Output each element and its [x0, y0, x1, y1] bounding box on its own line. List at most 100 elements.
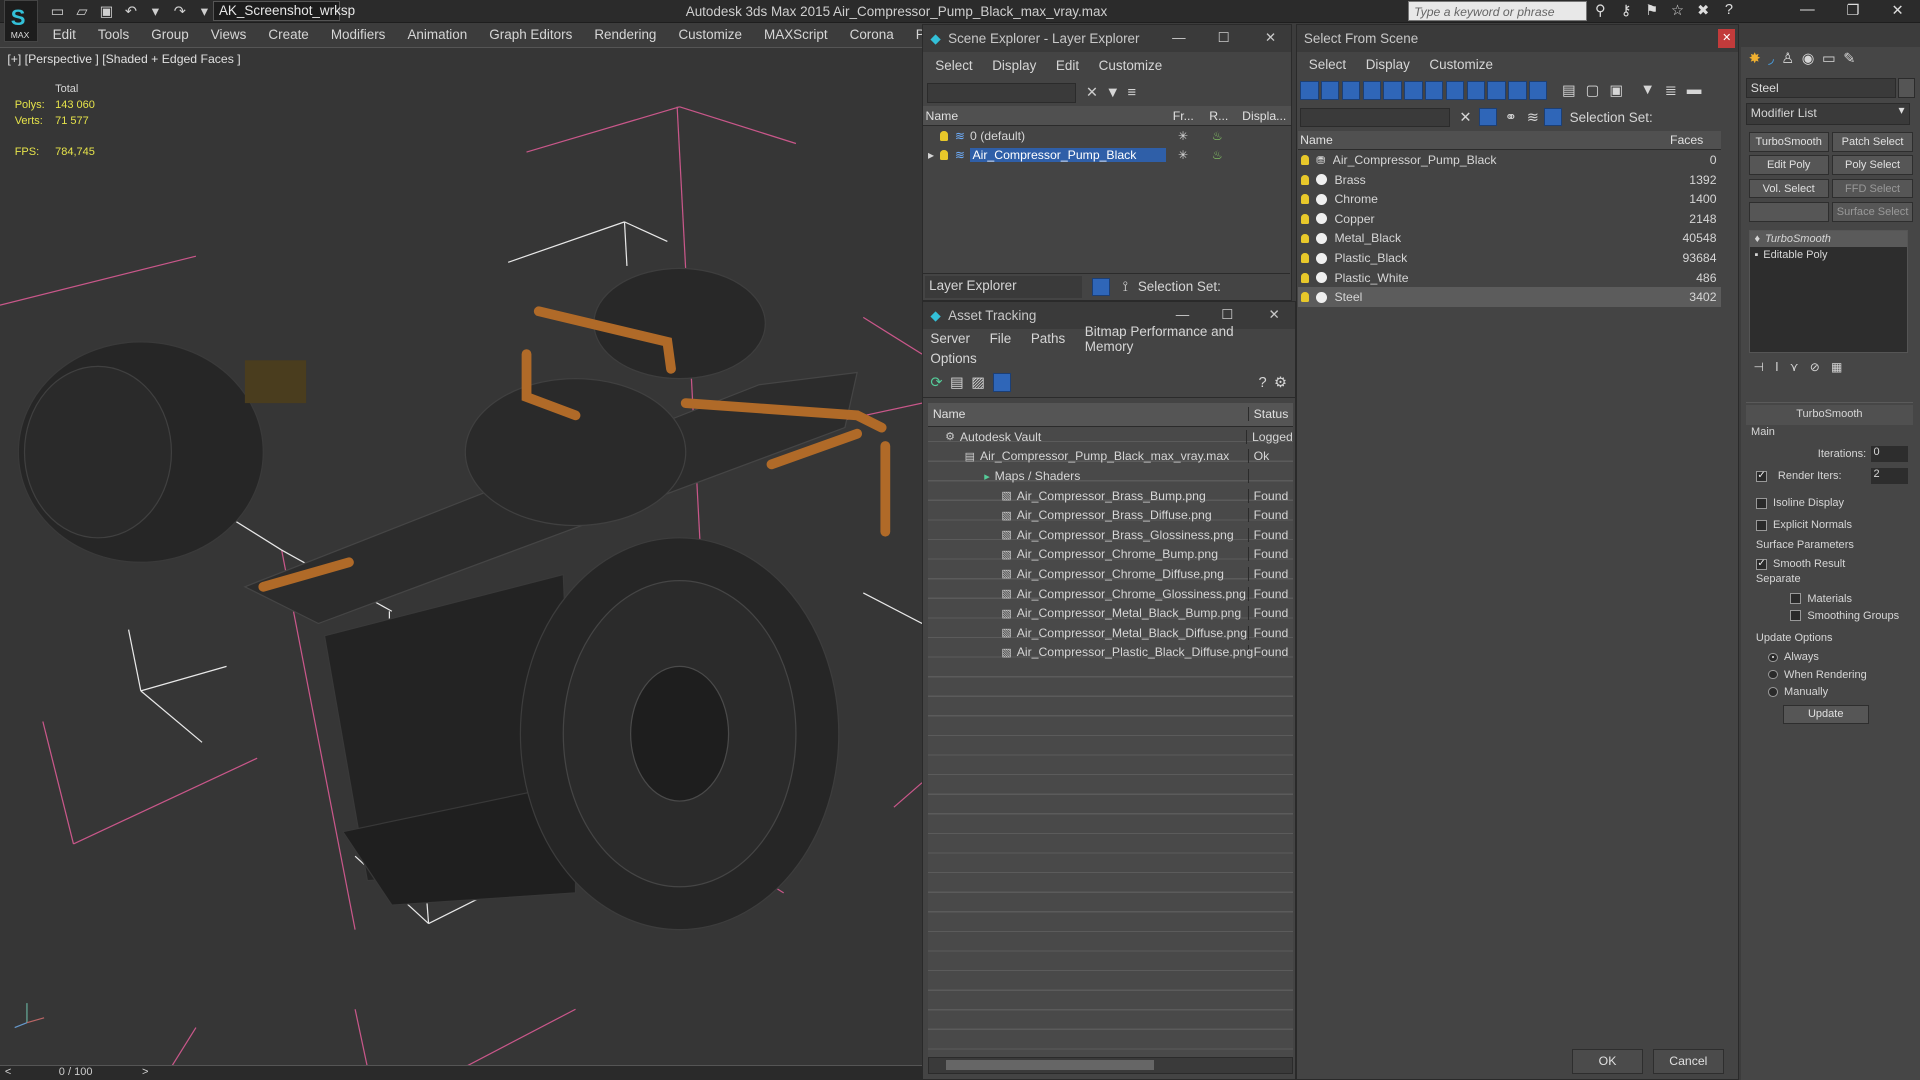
pin-stack-icon[interactable]: ⊣ [1753, 360, 1764, 374]
help-icon[interactable]: ? [1720, 2, 1737, 19]
key-icon[interactable]: ⚷ [1618, 2, 1635, 19]
display-cameras-icon[interactable] [1362, 81, 1381, 100]
lightbulb-icon[interactable] [1301, 174, 1309, 185]
asset-row[interactable]: ▧ Air_Compressor_Chrome_Glossiness.png Fou… [928, 584, 1293, 604]
configure-sets-icon[interactable]: ▦ [1831, 360, 1843, 374]
menu-corona[interactable]: Corona [839, 27, 905, 42]
hierarchy-icon[interactable] [1543, 108, 1563, 127]
thumbnail-icon[interactable]: ▨ [971, 374, 985, 391]
patch-select-button[interactable]: Patch Select [1832, 132, 1913, 152]
filter-icon[interactable]: ▼ [1106, 85, 1121, 101]
lightbulb-icon[interactable] [940, 130, 948, 141]
minimize-icon[interactable]: — [1172, 30, 1185, 45]
scene-object-row[interactable]: Steel 3402 [1297, 287, 1722, 307]
list-icon[interactable]: ▤ [950, 374, 964, 391]
menu-graph-editors[interactable]: Graph Editors [478, 27, 583, 42]
minimize-icon[interactable]: — [1800, 2, 1815, 19]
create-tab-icon[interactable]: ✸ [1749, 50, 1761, 70]
select-dependents-icon[interactable]: ⚭ [1505, 109, 1517, 126]
sfs-col-name[interactable]: Name [1298, 133, 1665, 147]
menu-customize[interactable]: Customize [667, 27, 753, 42]
display-invert-icon[interactable]: ▣ [1609, 82, 1623, 99]
object-color-swatch[interactable] [1897, 78, 1916, 98]
layers-icon[interactable]: ≋ [1527, 109, 1539, 126]
iterations-spinner[interactable]: 0 [1871, 446, 1908, 463]
close-icon[interactable]: ✕ [1269, 307, 1280, 323]
lightbulb-icon[interactable] [940, 150, 948, 161]
asset-row[interactable]: ▧ Air_Compressor_Brass_Glossiness.png Foun… [928, 525, 1293, 545]
collapse-icon[interactable]: ▬ [1687, 82, 1702, 98]
menu-group[interactable]: Group [140, 27, 199, 42]
asset-row[interactable]: ▧ Air_Compressor_Plastic_Black_Diffuse.pn… [928, 642, 1293, 662]
asset-row[interactable]: ▧ Air_Compressor_Brass_Bump.png Found [928, 486, 1293, 506]
lightbulb-icon[interactable] [1301, 155, 1309, 166]
new-file-icon[interactable]: ▭ [49, 3, 66, 20]
object-name-field[interactable]: Steel [1746, 78, 1896, 98]
menu-create[interactable]: Create [257, 27, 319, 42]
stack-item-editable-poly[interactable]: ▪ Editable Poly [1750, 247, 1907, 263]
display-tab-icon[interactable]: ▭ [1822, 50, 1836, 70]
freeze-icon[interactable]: ✳ [1166, 129, 1200, 143]
ok-button[interactable]: OK [1572, 1049, 1644, 1074]
utilities-tab-icon[interactable]: ✎ [1843, 50, 1855, 70]
edit-poly-button[interactable]: Edit Poly [1748, 155, 1829, 176]
close-icon[interactable]: ✕ [1265, 30, 1276, 46]
next-frame-icon[interactable]: > [142, 1066, 148, 1078]
maximize-icon[interactable]: ☐ [1218, 30, 1230, 46]
display-hidden-icon[interactable] [1528, 81, 1548, 100]
help-icon[interactable]: ? [1258, 375, 1266, 391]
layer-mode-icon[interactable] [1092, 277, 1111, 296]
minimize-icon[interactable]: — [1176, 307, 1189, 322]
display-shapes-icon[interactable] [1320, 81, 1340, 100]
scene-object-row[interactable]: Copper 2148 [1298, 209, 1722, 229]
scene-object-row[interactable]: Brass 1392 [1298, 170, 1722, 190]
at-menu-options[interactable]: Options [921, 351, 987, 366]
render-iters-checkbox[interactable]: ✓ [1755, 470, 1767, 482]
menu-modifiers[interactable]: Modifiers [320, 27, 397, 42]
dropdown-icon[interactable]: ▾ [196, 3, 213, 20]
render-iters-spinner[interactable]: 2 [1871, 468, 1908, 485]
asset-row[interactable]: ▧ Air_Compressor_Chrome_Bump.png Found [928, 545, 1293, 565]
menu-maxscript[interactable]: MAXScript [753, 27, 839, 42]
se-col-render[interactable]: R... [1209, 109, 1242, 123]
filter-icon[interactable]: ▼ [1640, 82, 1655, 98]
always-radio[interactable] [1768, 652, 1778, 663]
close-icon[interactable]: ✕ [1718, 29, 1736, 48]
display-lights-icon[interactable] [1341, 81, 1361, 100]
asset-row[interactable]: ▧ Air_Compressor_Chrome_Diffuse.png Found [928, 564, 1293, 584]
menu-views[interactable]: Views [200, 27, 258, 42]
close-icon[interactable]: ✕ [1892, 2, 1904, 19]
at-menu-server[interactable]: Server [921, 331, 980, 346]
display-bones-icon[interactable] [1466, 81, 1485, 100]
modify-tab-icon[interactable]: ◞ [1768, 50, 1774, 70]
at-menu-paths[interactable]: Paths [1021, 331, 1075, 346]
show-end-result-icon[interactable]: Ⅰ [1775, 360, 1779, 374]
render-teapot-icon[interactable]: ♨ [1200, 129, 1234, 143]
asset-row[interactable]: ▧ Air_Compressor_Metal_Black_Diffuse.png F… [928, 623, 1293, 643]
menu-tools[interactable]: Tools [87, 27, 140, 42]
surface-select-button[interactable]: Surface Select [1832, 201, 1913, 222]
explicit-normals-checkbox[interactable] [1755, 519, 1767, 531]
smoothing-groups-checkbox[interactable] [1790, 610, 1802, 622]
clear-icon[interactable]: ✕ [1459, 109, 1471, 126]
star-icon[interactable]: ☆ [1669, 2, 1686, 19]
render-teapot-icon[interactable]: ♨ [1200, 148, 1234, 162]
asset-row[interactable]: ▧ Air_Compressor_Brass_Diffuse.png Found [928, 505, 1293, 525]
se-col-freeze[interactable]: Fr... [1173, 109, 1210, 123]
hierarchy-tab-icon[interactable]: ♙ [1781, 50, 1794, 70]
cancel-button[interactable]: Cancel [1652, 1049, 1724, 1074]
scene-object-row[interactable]: ⛃ Air_Compressor_Pump_Black 0 [1298, 150, 1722, 170]
hierarchy-icon[interactable]: ⟟ [1123, 279, 1128, 295]
lightbulb-icon[interactable] [1301, 194, 1309, 205]
scene-object-row[interactable]: Metal_Black 40548 [1298, 229, 1722, 249]
save-icon[interactable]: ▣ [98, 3, 115, 20]
stack-item-turbosmooth[interactable]: ♦ TurboSmooth [1749, 231, 1907, 248]
update-button[interactable]: Update [1782, 705, 1869, 724]
restore-icon[interactable]: ❐ [1847, 2, 1860, 19]
explorer-type-dropdown[interactable]: Layer Explorer [925, 275, 1083, 298]
layer-row[interactable]: ≋ 0 (default) ✳ ♨ [923, 126, 1291, 146]
remove-modifier-icon[interactable]: ⊘ [1810, 360, 1820, 374]
scene-object-row[interactable]: Plastic_White 486 [1298, 268, 1722, 288]
app-logo[interactable]: S MAX [3, 0, 38, 42]
turbosmooth-button[interactable]: TurboSmooth [1748, 132, 1829, 152]
